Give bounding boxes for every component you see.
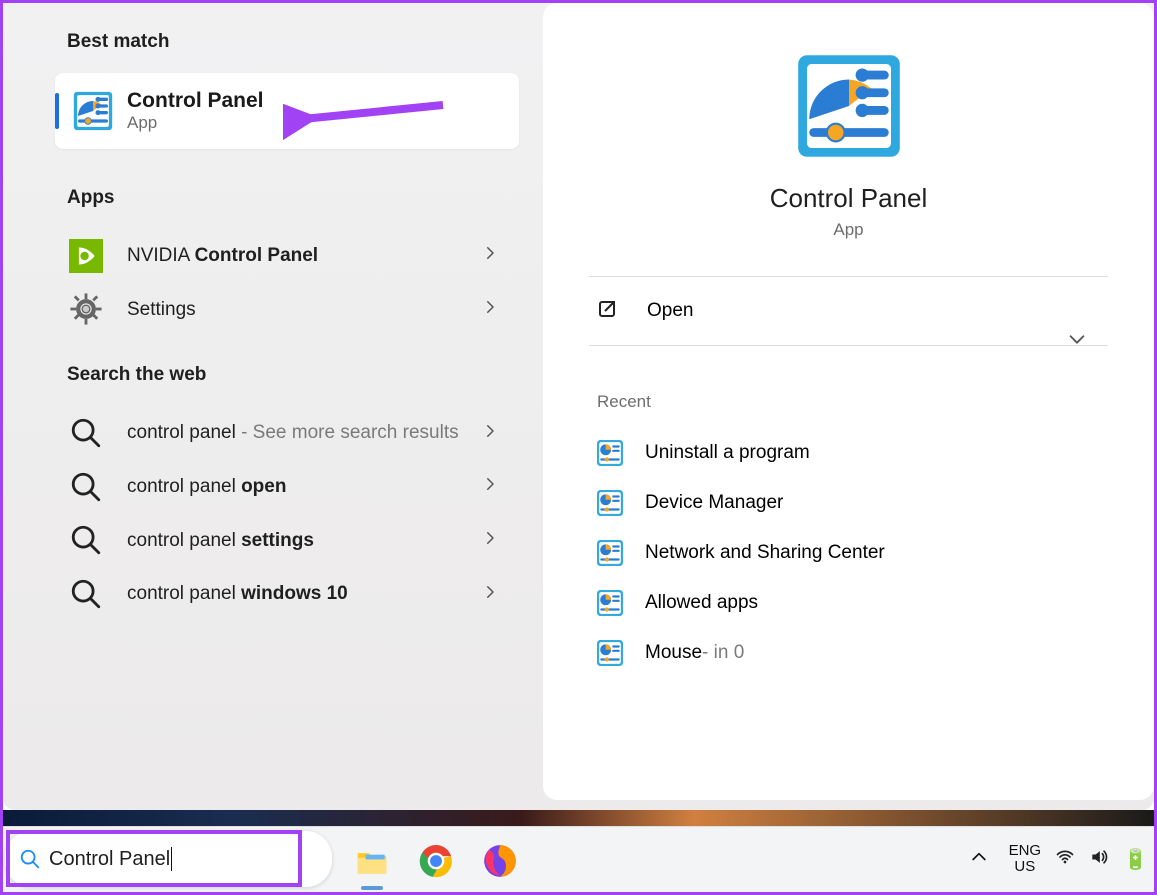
web-result-bold: windows 10: [241, 583, 348, 604]
text-caret: [171, 847, 172, 871]
divider: [589, 345, 1108, 346]
speaker-icon[interactable]: [1089, 847, 1109, 871]
open-action[interactable]: Open: [573, 277, 1124, 345]
apps-result-bold: Control Panel: [195, 245, 319, 266]
desktop-wallpaper: [3, 810, 1154, 826]
recent-item-3[interactable]: Allowed apps: [573, 578, 1124, 628]
control-panel-icon: [597, 540, 623, 566]
web-result-3[interactable]: control panel windows 10: [3, 567, 519, 621]
recent-label: Uninstall a program: [645, 442, 810, 464]
best-match-title: Control Panel: [127, 89, 264, 113]
search-icon: [19, 848, 41, 870]
recent-item-4[interactable]: Mouse - in 0: [573, 628, 1124, 678]
preview-hero: Control Panel App: [573, 23, 1124, 276]
chevron-down-icon[interactable]: [1066, 328, 1088, 356]
web-result-text: control panel: [127, 476, 241, 497]
apps-result-nvidia[interactable]: NVIDIA Control Panel: [3, 229, 519, 283]
system-tray: ENG US 🔋: [963, 826, 1148, 892]
lang-top: ENG: [1009, 843, 1042, 860]
recent-label: Device Manager: [645, 492, 783, 514]
taskbar-active-indicator: [361, 886, 383, 890]
recent-heading: Recent: [573, 346, 1124, 428]
language-indicator[interactable]: ENG US: [1009, 843, 1042, 876]
search-icon: [69, 416, 103, 450]
apps-result-settings[interactable]: Settings: [3, 283, 519, 337]
control-panel-icon: [597, 490, 623, 516]
recent-item-2[interactable]: Network and Sharing Center: [573, 528, 1124, 578]
recent-label: Mouse: [645, 642, 702, 664]
chevron-right-icon[interactable]: [481, 422, 503, 445]
preview-title: Control Panel: [770, 183, 928, 214]
search-web-heading: Search the web: [3, 336, 529, 406]
web-result-2[interactable]: control panel settings: [3, 514, 519, 568]
apps-result-prefix: Settings: [127, 299, 196, 320]
apps-result-prefix: NVIDIA: [127, 245, 195, 266]
gear-icon: [69, 292, 103, 326]
chevron-right-icon[interactable]: [481, 475, 503, 498]
battery-icon[interactable]: 🔋: [1123, 847, 1148, 872]
taskbar: Control Panel ENG US 🔋: [3, 810, 1154, 892]
recent-label: Allowed apps: [645, 592, 758, 614]
search-icon: [69, 523, 103, 557]
preview-subtitle: App: [833, 220, 863, 240]
recent-item-1[interactable]: Device Manager: [573, 478, 1124, 528]
taskbar-firefox[interactable]: [477, 838, 523, 884]
search-results-flyout: Best match Control Panel App Apps NVIDIA…: [3, 3, 1154, 810]
best-match-result[interactable]: Control Panel App: [55, 73, 519, 149]
web-result-bold: open: [241, 476, 286, 497]
chevron-right-icon[interactable]: [481, 244, 503, 267]
open-external-icon: [597, 299, 621, 323]
control-panel-icon: [597, 590, 623, 616]
taskbar-chrome[interactable]: [413, 838, 459, 884]
control-panel-icon: [73, 91, 113, 131]
control-panel-icon: [796, 53, 902, 159]
best-match-subtitle: App: [127, 113, 264, 133]
wifi-icon[interactable]: [1055, 847, 1075, 871]
chevron-right-icon[interactable]: [481, 583, 503, 606]
taskbar-file-explorer[interactable]: [349, 838, 395, 884]
web-result-text: control panel: [127, 422, 236, 443]
nvidia-icon: [69, 239, 103, 273]
results-left-pane: Best match Control Panel App Apps NVIDIA…: [3, 3, 543, 810]
best-match-heading: Best match: [3, 3, 529, 73]
tray-overflow-chevron-icon[interactable]: [963, 847, 995, 872]
web-result-suffix: - See more search results: [236, 422, 459, 443]
recent-suffix: - in 0: [702, 642, 744, 664]
chevron-right-icon[interactable]: [481, 298, 503, 321]
search-query-text: Control Panel: [49, 848, 170, 871]
web-result-bold: settings: [241, 530, 314, 551]
web-result-text: control panel: [127, 583, 241, 604]
control-panel-icon: [597, 440, 623, 466]
apps-heading: Apps: [3, 159, 529, 229]
control-panel-icon: [597, 640, 623, 666]
preview-pane: Control Panel App Open Recent Uninstall …: [543, 3, 1154, 800]
selection-indicator: [55, 93, 59, 129]
open-label: Open: [647, 300, 693, 322]
search-icon: [69, 577, 103, 611]
web-result-0[interactable]: control panel - See more search results: [3, 406, 519, 460]
web-result-1[interactable]: control panel open: [3, 460, 519, 514]
taskbar-search-box[interactable]: Control Panel: [5, 831, 332, 887]
recent-label: Network and Sharing Center: [645, 542, 885, 564]
search-icon: [69, 470, 103, 504]
web-result-text: control panel: [127, 530, 241, 551]
lang-bottom: US: [1009, 859, 1042, 876]
recent-item-0[interactable]: Uninstall a program: [573, 428, 1124, 478]
chevron-right-icon[interactable]: [481, 529, 503, 552]
